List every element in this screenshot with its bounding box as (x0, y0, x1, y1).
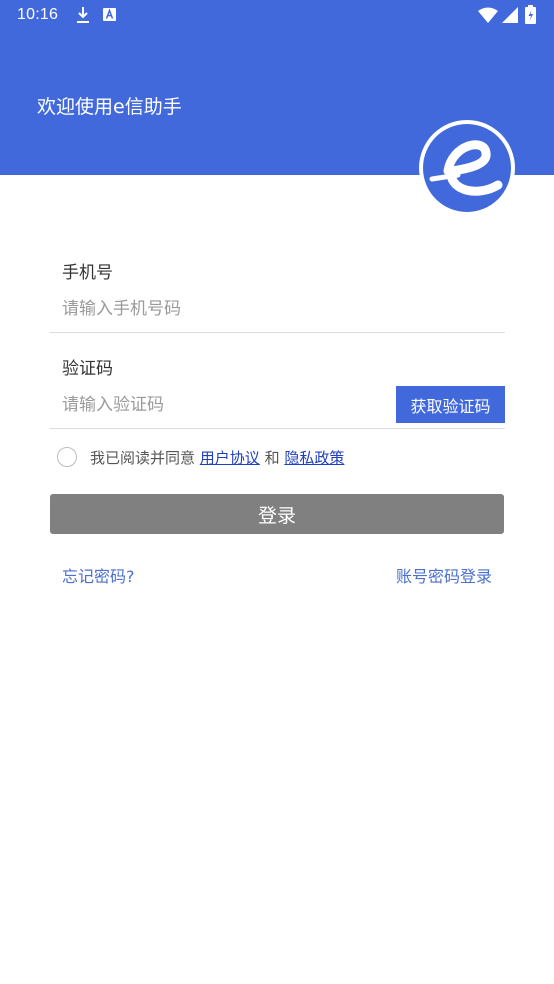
login-screen: 10:16 欢迎使用e信助手 手机号 请输入手机号码 验证码 请输入验证码 获取… (0, 0, 554, 984)
phone-label: 手机号 (62, 263, 113, 283)
code-divider (50, 428, 505, 429)
agreement-and: 和 (264, 449, 280, 467)
battery-icon (525, 5, 536, 24)
wifi-icon (478, 7, 498, 23)
privacy-policy-link[interactable]: 隐私政策 (284, 449, 344, 467)
agreement-text: 我已阅读并同意 用户协议 和 隐私政策 (90, 448, 344, 468)
login-button[interactable]: 登录 (50, 494, 504, 534)
signal-icon (502, 7, 518, 23)
e-logo-icon (419, 120, 515, 216)
account-password-login-link[interactable]: 账号密码登录 (396, 566, 492, 588)
forgot-password-link[interactable]: 忘记密码? (62, 566, 135, 588)
agreement-checkbox[interactable] (57, 447, 77, 467)
get-code-button[interactable]: 获取验证码 (396, 386, 505, 423)
user-agreement-link[interactable]: 用户协议 (200, 449, 260, 467)
a-notification-icon (103, 8, 116, 21)
status-bar: 10:16 (0, 0, 554, 30)
code-label: 验证码 (62, 359, 113, 379)
phone-input[interactable] (50, 292, 505, 326)
verification-code-input[interactable] (50, 388, 390, 422)
phone-divider (50, 332, 505, 333)
status-time: 10:16 (17, 6, 59, 23)
agreement-prefix: 我已阅读并同意 (90, 449, 196, 467)
welcome-title: 欢迎使用e信助手 (37, 96, 182, 118)
download-icon (77, 7, 89, 23)
